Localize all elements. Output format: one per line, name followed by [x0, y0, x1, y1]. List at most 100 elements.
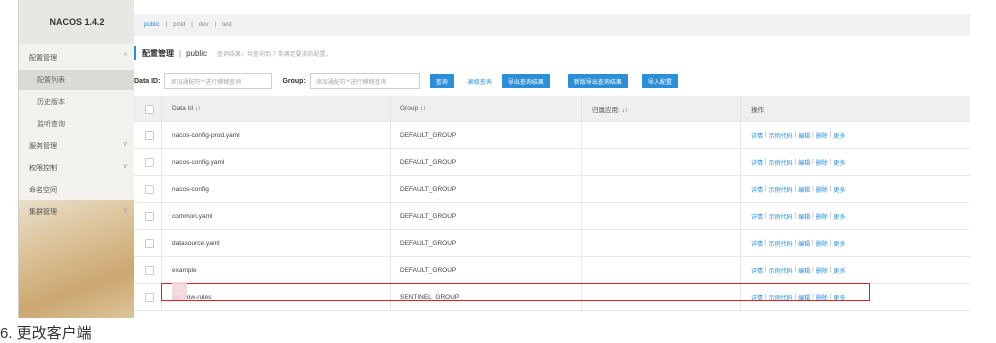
sidebar-item-label: 集群管理 [29, 209, 57, 216]
sidebar-item-service-management[interactable]: 服务管理 v [19, 136, 134, 156]
export-query-button[interactable]: 导出查询结果 [501, 74, 550, 88]
cell-group: DEFAULT_GROUP [400, 212, 457, 220]
op-sample-code-link[interactable]: 示例代码 [769, 185, 793, 194]
sidebar-item-label: 服务管理 [29, 143, 57, 150]
op-separator: | [829, 186, 832, 192]
page-title-label: 配置管理 [142, 48, 174, 58]
op-more-link[interactable]: 更多 [833, 239, 845, 248]
row-checkbox[interactable] [145, 293, 154, 302]
namespace-tab-test[interactable]: test [222, 22, 232, 28]
cell-operations: 详情 | 示例代码 | 编辑 | 删除 | 更多 [751, 176, 845, 202]
op-separator: | [794, 213, 797, 219]
op-delete-link[interactable]: 删除 [816, 239, 828, 248]
sidebar-item-label: 权限控制 [29, 165, 57, 172]
namespace-tab-prod[interactable]: prod [173, 22, 185, 28]
op-delete-link[interactable]: 删除 [816, 266, 828, 275]
sidebar-item-config-management[interactable]: 配置管理 ^ [19, 48, 134, 68]
namespace-tab-public[interactable]: public [144, 22, 160, 28]
op-sample-code-link[interactable]: 示例代码 [769, 212, 793, 221]
sidebar-item-config-list[interactable]: 配置列表 [19, 70, 134, 90]
op-sample-code-link[interactable]: 示例代码 [769, 158, 793, 167]
op-more-link[interactable]: 更多 [833, 131, 845, 140]
op-more-link[interactable]: 更多 [833, 158, 845, 167]
op-separator: | [829, 213, 832, 219]
op-more-link[interactable]: 更多 [833, 185, 845, 194]
cell-data-id: datasource.yaml [172, 239, 220, 247]
sidebar-item-namespace[interactable]: 命名空间 [19, 180, 134, 200]
op-delete-link[interactable]: 删除 [816, 185, 828, 194]
new-export-button[interactable]: 新版导出查询结果 [567, 74, 628, 88]
chevron-down-icon: v [123, 163, 128, 170]
op-separator: | [794, 132, 797, 138]
header-group[interactable]: Group ↓↑ [400, 96, 426, 121]
op-detail-link[interactable]: 详情 [751, 239, 763, 248]
op-more-link[interactable]: 更多 [833, 266, 845, 275]
op-sample-code-link[interactable]: 示例代码 [769, 131, 793, 140]
row-checkbox[interactable] [145, 212, 154, 221]
screen: NACOS 1.4.2 配置管理 ^ 配置列表 历史版本 监听查询 服务管理 v… [0, 0, 996, 342]
sidebar-item-listener-query[interactable]: 监听查询 [19, 114, 134, 134]
cell-group: DEFAULT_GROUP [400, 239, 457, 247]
sidebar: NACOS 1.4.2 配置管理 ^ 配置列表 历史版本 监听查询 服务管理 v… [18, 0, 134, 318]
advanced-query-link[interactable]: 高级查询 [468, 77, 492, 86]
sidebar-item-access-control[interactable]: 权限控制 v [19, 158, 134, 178]
table-row: datasource.yaml DEFAULT_GROUP 详情 | 示例代码 | 编辑 | 删… [134, 230, 970, 257]
import-config-button[interactable]: 导入配置 [641, 74, 678, 88]
row-checkbox[interactable] [145, 158, 154, 167]
op-more-link[interactable]: 更多 [833, 212, 845, 221]
op-delete-link[interactable]: 删除 [816, 131, 828, 140]
table-row: common.yaml DEFAULT_GROUP 详情 | 示例代码 | 编辑 | 删除 | 更多 [134, 203, 970, 230]
op-edit-link[interactable]: 编辑 [798, 185, 810, 194]
namespace-tab-dev[interactable]: dev [199, 22, 209, 28]
sidebar-item-history[interactable]: 历史版本 [19, 92, 134, 112]
sidebar-item-label: 配置列表 [37, 77, 65, 84]
op-edit-link[interactable]: 编辑 [798, 212, 810, 221]
row-checkbox[interactable] [145, 266, 154, 275]
table-row: nacos-config.yaml DEFAULT_GROUP 详情 | 示例代码 | 编辑… [134, 149, 970, 176]
op-separator: | [765, 213, 767, 219]
row-checkbox[interactable] [145, 239, 154, 248]
chevron-down-icon: v [123, 207, 128, 214]
op-sample-code-link[interactable]: 示例代码 [769, 266, 793, 275]
op-edit-link[interactable]: 编辑 [798, 266, 810, 275]
op-edit-link[interactable]: 编辑 [798, 131, 810, 140]
op-edit-link[interactable]: 编辑 [798, 158, 810, 167]
sidebar-item-label: 历史版本 [37, 99, 65, 106]
sidebar-item-cluster-management[interactable]: 集群管理 v [19, 202, 134, 222]
op-separator: | [829, 159, 832, 165]
cell-data-id: nacos-config.yaml [172, 158, 225, 166]
op-separator: | [829, 240, 832, 246]
redaction-mark [172, 282, 187, 300]
op-detail-link[interactable]: 详情 [751, 266, 763, 275]
op-separator: | [812, 132, 814, 138]
select-all-checkbox[interactable] [145, 105, 154, 114]
op-detail-link[interactable]: 详情 [751, 131, 763, 140]
header-app[interactable]: 归属应用: ↓↑ [592, 96, 628, 121]
group-label: Group: [282, 77, 306, 85]
sidebar-item-label: 命名空间 [29, 187, 57, 194]
header-data-id[interactable]: Data Id ↓↑ [172, 96, 201, 121]
op-edit-link[interactable]: 编辑 [798, 239, 810, 248]
op-delete-link[interactable]: 删除 [816, 212, 828, 221]
cell-data-id: nacos-config [172, 185, 209, 193]
data-id-input[interactable]: 添加通配符'*'进行模糊查询 [164, 73, 273, 89]
op-separator: | [765, 186, 767, 192]
query-button[interactable]: 查询 [429, 74, 454, 88]
op-sample-code-link[interactable]: 示例代码 [769, 239, 793, 248]
op-separator: | [765, 267, 767, 273]
op-detail-link[interactable]: 详情 [751, 158, 763, 167]
namespace-separator: | [214, 22, 217, 28]
op-detail-link[interactable]: 详情 [751, 185, 763, 194]
table-header-row: Data Id ↓↑ Group ↓↑ 归属应用: ↓↑ 操作 [134, 96, 970, 122]
op-delete-link[interactable]: 删除 [816, 158, 828, 167]
row-checkbox[interactable] [145, 131, 154, 140]
op-separator: | [812, 267, 814, 273]
cell-operations: 详情 | 示例代码 | 编辑 | 删除 | 更多 [751, 203, 845, 229]
highlight-box [161, 283, 870, 301]
op-detail-link[interactable]: 详情 [751, 212, 763, 221]
cell-group: DEFAULT_GROUP [400, 158, 457, 166]
group-input[interactable]: 添加通配符'*'进行模糊查询 [309, 73, 420, 89]
op-separator: | [765, 132, 767, 138]
table-row: nacos-config DEFAULT_GROUP 详情 | 示例代码 | 编辑 | 删除 | 更… [134, 176, 970, 203]
row-checkbox[interactable] [145, 185, 154, 194]
